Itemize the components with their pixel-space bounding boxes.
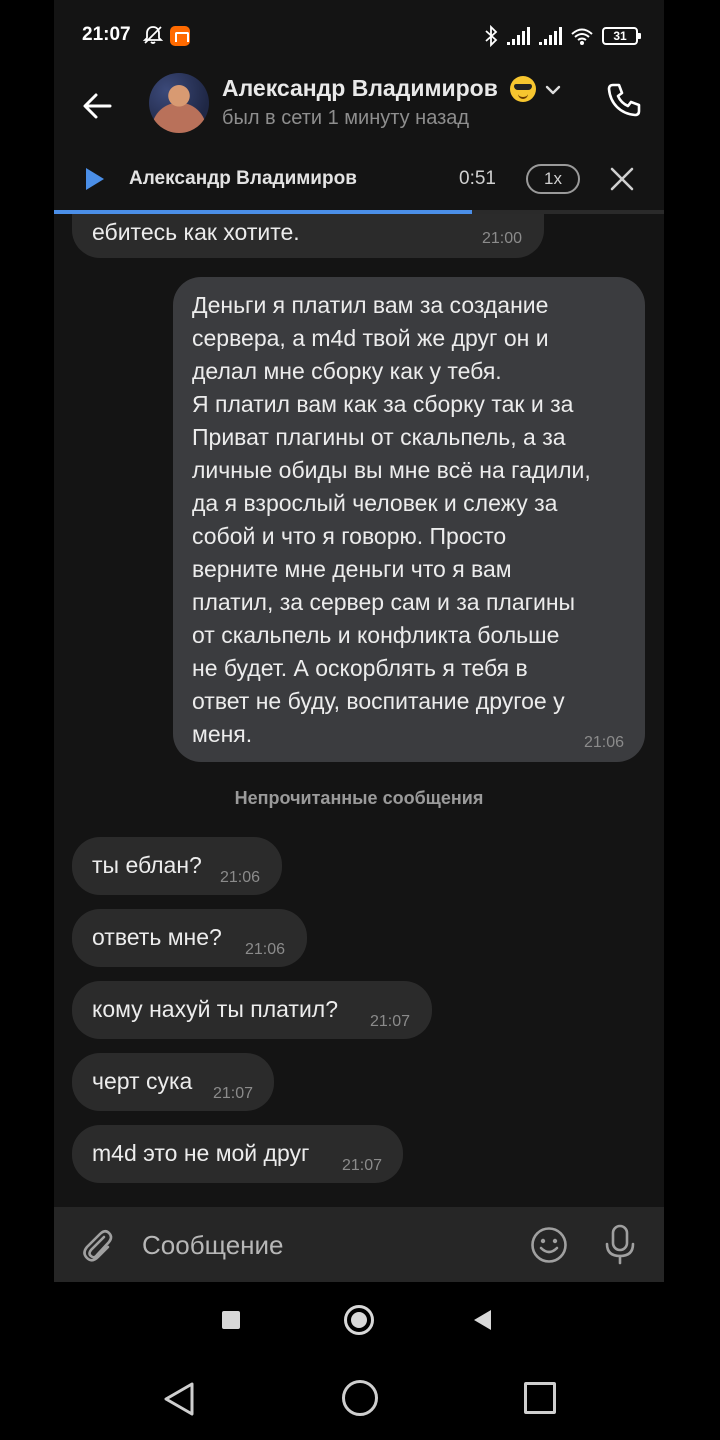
message-bubble[interactable]: черт сука 21:07 <box>72 1053 274 1111</box>
contact-name[interactable]: Александр Владимиров <box>222 75 498 102</box>
home-icon[interactable] <box>344 1305 374 1335</box>
message-time: 21:06 <box>245 941 286 958</box>
contact-avatar[interactable] <box>149 73 209 133</box>
status-icons: 31 <box>484 24 641 48</box>
message-composer <box>54 1207 664 1282</box>
message-text: черт сука <box>92 1068 193 1094</box>
message-time: 21:07 <box>213 1085 254 1102</box>
status-bar: 21:07 31 <box>54 0 664 70</box>
app-navigation-bar <box>54 1282 664 1357</box>
signal-icon <box>507 27 530 45</box>
message-time: 21:06 <box>584 734 625 751</box>
message-time: 21:07 <box>342 1157 383 1174</box>
mi-app-icon <box>170 26 190 46</box>
message-bubble[interactable]: ебитесь как хотите. 21:00 <box>72 214 544 258</box>
back-icon[interactable] <box>474 1310 491 1330</box>
message-text: ебитесь как хотите. <box>92 219 300 245</box>
message-list[interactable]: ебитесь как хотите. 21:00 Деньги я плати… <box>54 214 664 1207</box>
message-bubble[interactable]: Деньги я платил вам за создание сервера,… <box>173 277 645 762</box>
message-bubble[interactable]: m4d это не мой друг 21:07 <box>72 1125 403 1183</box>
back-triangle-icon[interactable] <box>160 1379 200 1419</box>
message-text: ответь мне? <box>92 924 222 950</box>
signal-icon <box>539 27 562 45</box>
battery-level: 31 <box>613 29 627 43</box>
recents-square-icon[interactable] <box>524 1382 556 1414</box>
message-bubble[interactable]: ответь мне? 21:06 <box>72 909 307 967</box>
message-time: 21:06 <box>220 869 261 886</box>
message-bubble[interactable]: кому нахуй ты платил? 21:07 <box>72 981 432 1039</box>
message-time: 21:07 <box>370 1013 411 1030</box>
bluetooth-icon <box>485 25 498 47</box>
message-time: 21:00 <box>482 230 523 247</box>
message-text: кому нахуй ты платил? <box>92 996 339 1022</box>
message-bubble[interactable]: ты еблан? 21:06 <box>72 837 282 895</box>
playback-speed-button[interactable]: 1x <box>526 164 580 194</box>
audio-author: Александр Владимиров <box>129 168 357 189</box>
contact-status: был в сети 1 минуту назад <box>222 107 470 129</box>
message-text: ты еблан? <box>92 852 202 878</box>
wifi-icon <box>571 28 593 45</box>
paperclip-icon[interactable] <box>78 1225 118 1265</box>
bell-off-icon <box>142 26 164 44</box>
home-circle-icon[interactable] <box>342 1380 378 1416</box>
system-navigation-bar <box>0 1357 720 1440</box>
play-icon[interactable] <box>86 168 104 190</box>
emoji-icon[interactable] <box>529 1225 569 1265</box>
microphone-icon[interactable] <box>602 1223 638 1265</box>
unread-divider: Непрочитанные сообщения <box>234 788 484 808</box>
chevron-down-icon[interactable] <box>545 84 561 96</box>
message-input[interactable] <box>142 1223 512 1267</box>
sunglasses-emoji-icon <box>510 76 536 102</box>
battery-icon: 31 <box>602 27 641 45</box>
recent-apps-icon[interactable] <box>222 1311 240 1329</box>
close-icon[interactable] <box>609 166 635 192</box>
audio-player-bar: Александр Владимиров 0:51 1x <box>54 144 664 214</box>
back-arrow-icon[interactable] <box>76 84 120 128</box>
chat-header: Александр Владимиров был в сети 1 минуту… <box>54 70 664 144</box>
phone-call-icon[interactable] <box>604 80 644 120</box>
audio-time: 0:51 <box>459 168 496 189</box>
message-text: m4d это не мой друг <box>92 1140 310 1166</box>
app-screen: 21:07 31 Александр Владимиров был в сети… <box>54 0 664 1357</box>
message-text: Деньги я платил вам за создание сервера,… <box>192 292 591 747</box>
status-time: 21:07 <box>82 24 131 45</box>
